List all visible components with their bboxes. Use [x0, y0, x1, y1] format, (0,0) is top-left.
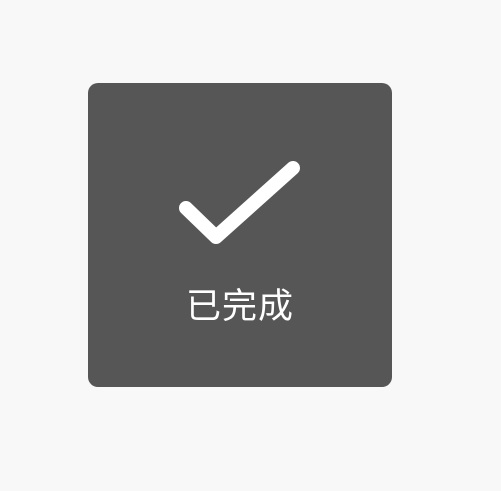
checkmark-icon	[176, 158, 304, 254]
toast-message: 已完成	[185, 287, 294, 327]
